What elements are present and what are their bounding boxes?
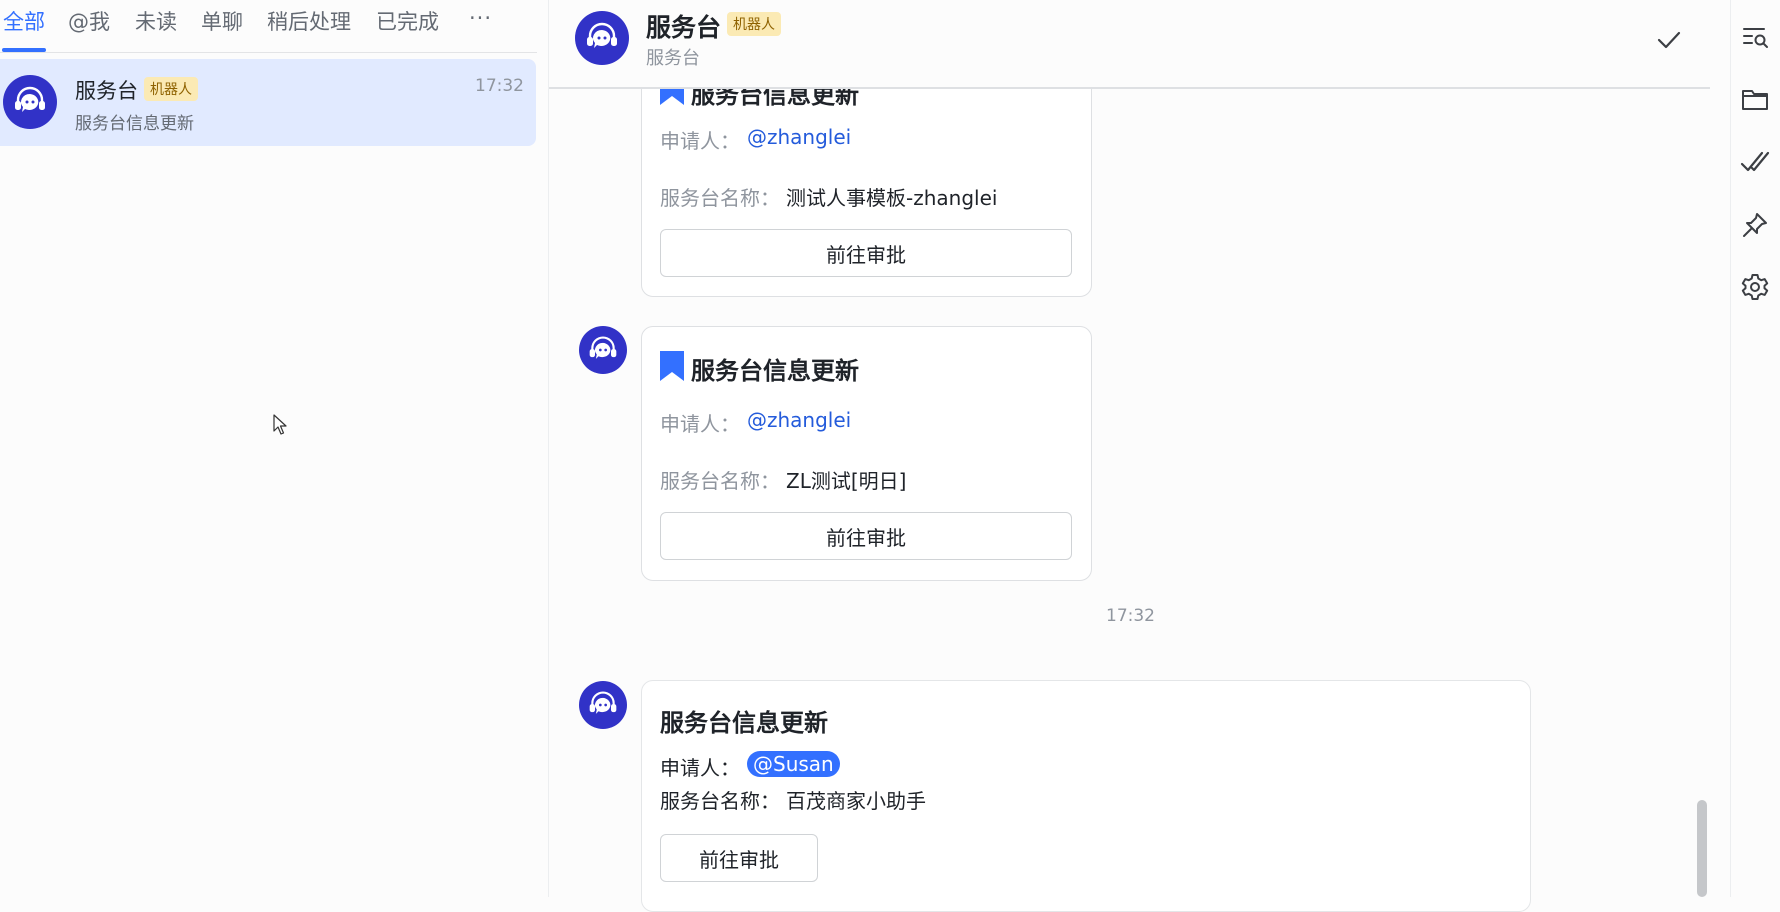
message-card: 服务台信息更新 申请人： @zhanglei 服务台名称： ZL测试[明日] 前… <box>641 326 1092 581</box>
tab-all[interactable]: 全部 <box>3 6 45 36</box>
right-toolbar <box>1730 0 1780 897</box>
go-approve-button[interactable]: 前往审批 <box>660 512 1072 560</box>
bot-badge: 机器人 <box>144 77 198 101</box>
chat-header: 服务台 机器人 服务台 <box>549 0 1710 89</box>
applicant-mention[interactable]: @Susan <box>747 751 840 777</box>
pin-icon[interactable] <box>1740 210 1770 240</box>
button-label: 前往审批 <box>826 525 906 550</box>
mark-done-icon[interactable] <box>1653 24 1685 56</box>
double-check-icon[interactable] <box>1740 147 1770 177</box>
bot-badge: 机器人 <box>727 12 781 36</box>
service-bot-icon <box>589 336 617 359</box>
active-tab-indicator <box>2 48 46 52</box>
desk-name-value: 测试人事模板-zhanglei <box>786 186 998 210</box>
desk-name-label: 服务台名称： <box>660 186 780 210</box>
button-label: 前往审批 <box>699 847 779 872</box>
card-title: 服务台信息更新 <box>660 709 828 737</box>
service-bot-icon <box>587 22 617 48</box>
tab-unread[interactable]: 未读 <box>135 6 177 36</box>
service-bot-icon <box>589 691 617 714</box>
chat-subtitle: 服务台 <box>646 48 700 69</box>
desk-name-value: ZL测试[明日] <box>786 469 907 493</box>
conversation-name: 服务台 <box>75 79 138 103</box>
scrollbar-thumb[interactable] <box>1697 800 1707 897</box>
avatar[interactable] <box>579 326 627 374</box>
button-label: 前往审批 <box>826 242 906 267</box>
bookmark-icon <box>660 351 684 381</box>
chat-title: 服务台 <box>646 13 722 42</box>
applicant-label: 申请人： <box>660 756 740 780</box>
mouse-cursor-icon <box>273 414 287 435</box>
applicant-mention[interactable]: @zhanglei <box>747 408 851 432</box>
applicant-mention[interactable]: @zhanglei <box>747 125 851 149</box>
tab-later[interactable]: 稍后处理 <box>267 6 351 36</box>
tab-done[interactable]: 已完成 <box>376 6 439 36</box>
desk-name-label: 服务台名称： <box>660 789 780 813</box>
applicant-label: 申请人： <box>660 412 740 436</box>
settings-icon[interactable] <box>1740 272 1770 302</box>
folder-icon[interactable] <box>1740 84 1770 114</box>
avatar[interactable] <box>579 681 627 729</box>
header-avatar[interactable] <box>575 11 629 65</box>
conversation-preview: 服务台信息更新 <box>75 114 194 134</box>
conversation-item[interactable]: 服务台 机器人 17:32 服务台信息更新 <box>0 59 536 146</box>
tab-mentions[interactable]: @我 <box>68 6 110 36</box>
search-history-icon[interactable] <box>1740 22 1770 52</box>
desk-name-value: 百茂商家小助手 <box>786 789 926 813</box>
more-tabs-button[interactable]: ··· <box>469 6 492 30</box>
tab-direct[interactable]: 单聊 <box>201 6 243 36</box>
go-approve-button[interactable]: 前往审批 <box>660 834 818 882</box>
message-card: 服务台信息更新 申请人： @Susan 服务台名称： 百茂商家小助手 前往审批 <box>641 680 1531 912</box>
desk-name-label: 服务台名称： <box>660 469 780 493</box>
service-bot-icon <box>15 86 45 112</box>
panel-divider <box>548 0 549 897</box>
time-separator: 17:32 <box>1106 606 1155 626</box>
avatar <box>3 75 57 129</box>
filter-tabs: 全部 @我 未读 单聊 稍后处理 已完成 ··· <box>0 0 537 53</box>
card-title: 服务台信息更新 <box>691 357 859 385</box>
conversation-time: 17:32 <box>475 76 524 96</box>
go-approve-button[interactable]: 前往审批 <box>660 229 1072 277</box>
applicant-label: 申请人： <box>660 129 740 153</box>
